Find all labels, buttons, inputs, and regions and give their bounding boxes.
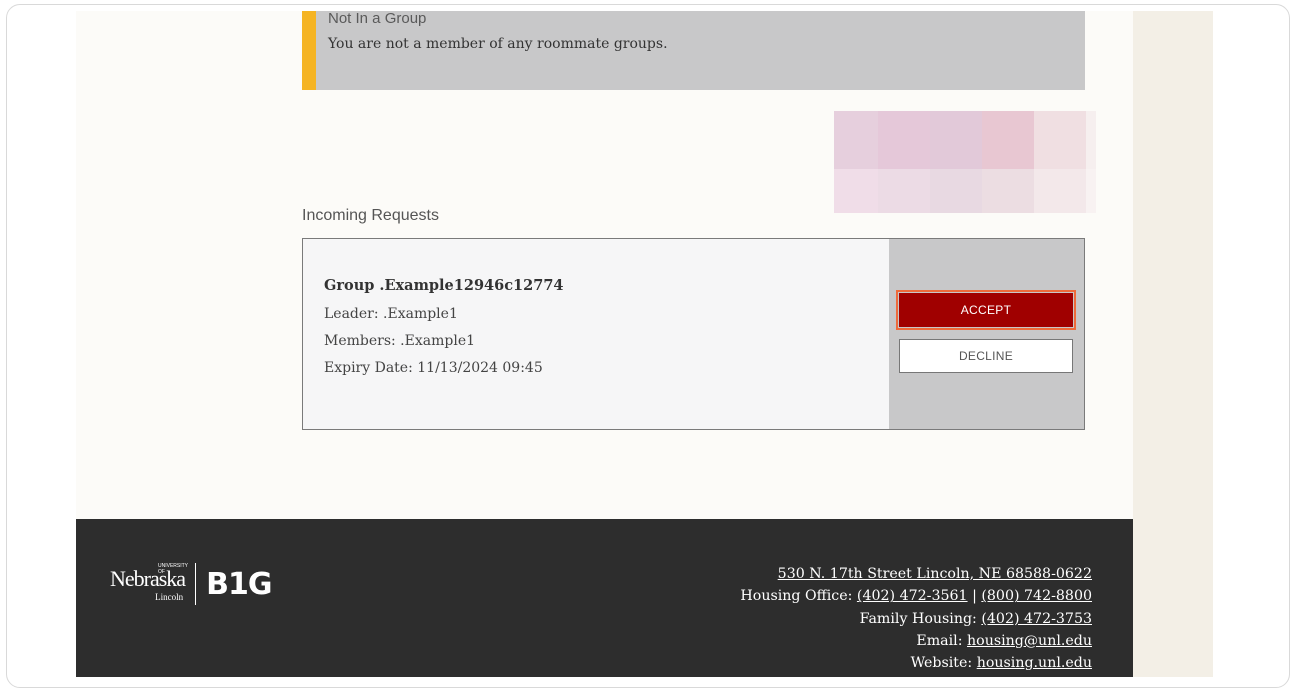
email-label: Email: (916, 632, 963, 649)
university-logo[interactable]: Nebraska UNIVERSITY OF Lincoln B1G (110, 561, 272, 607)
phone-separator: | (972, 588, 977, 605)
address-link[interactable]: 530 N. 17th Street Lincoln, NE 68588-062… (778, 566, 1092, 582)
family-housing-label: Family Housing: (859, 610, 977, 627)
accept-button[interactable]: ACCEPT (896, 290, 1076, 330)
decline-button[interactable]: DECLINE (899, 339, 1073, 373)
housing-office-label: Housing Office: (740, 588, 853, 605)
logo-divider (195, 563, 197, 605)
request-leader: Leader: .Example1 (324, 306, 458, 322)
site-footer: Nebraska UNIVERSITY OF Lincoln B1G 530 N… (76, 519, 1133, 677)
incoming-request-card: Group .Example12946c12774 Leader: .Examp… (302, 238, 1085, 430)
housing-office-phone-link[interactable]: (402) 472-3561 (857, 588, 968, 604)
nebraska-wordmark: Nebraska UNIVERSITY OF Lincoln (110, 563, 188, 602)
incoming-requests-heading: Incoming Requests (302, 207, 439, 224)
group-status-text: You are not a member of any roommate gro… (328, 36, 668, 52)
contact-info: 530 N. 17th Street Lincoln, NE 68588-062… (740, 563, 1092, 674)
group-status-title: Not In a Group (328, 11, 427, 27)
website-label: Website: (910, 655, 973, 672)
family-housing-phone-link[interactable]: (402) 472-3753 (981, 611, 1092, 627)
banner-accent-bar (302, 11, 316, 90)
page-content: Not In a Group You are not a member of a… (76, 11, 1133, 677)
request-details: Group .Example12946c12774 Leader: .Examp… (324, 277, 564, 387)
toll-free-phone-link[interactable]: (800) 742-8800 (981, 588, 1092, 604)
big-ten-logo: B1G (206, 566, 272, 602)
email-link[interactable]: housing@unl.edu (967, 633, 1092, 649)
group-status-banner: Not In a Group You are not a member of a… (302, 11, 1085, 90)
redacted-image-block (834, 111, 1096, 213)
request-expiry-date: Expiry Date: 11/13/2024 09:45 (324, 360, 543, 376)
request-members: Members: .Example1 (324, 333, 476, 349)
right-gutter (1133, 11, 1213, 677)
request-actions-panel: ACCEPT DECLINE (889, 239, 1084, 429)
website-link[interactable]: housing.unl.edu (977, 655, 1092, 671)
request-group-name: Group .Example12946c12774 (324, 277, 564, 294)
